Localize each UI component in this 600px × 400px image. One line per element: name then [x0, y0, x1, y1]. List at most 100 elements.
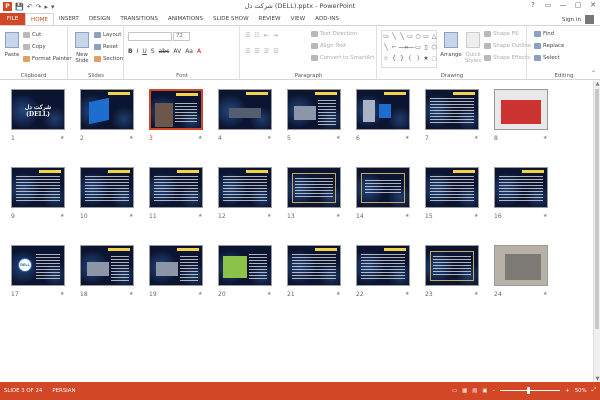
- transition-star-icon[interactable]: ★: [405, 135, 409, 141]
- shape-option[interactable]: ⬡: [430, 42, 438, 53]
- transition-star-icon[interactable]: ★: [60, 291, 64, 297]
- slide-thumbnail[interactable]: [218, 245, 272, 286]
- shape-option[interactable]: △: [430, 31, 438, 42]
- shape-option[interactable]: ╲: [390, 31, 398, 42]
- shape-option[interactable]: ╲: [382, 42, 390, 53]
- text-direction-button[interactable]: Text Direction: [311, 31, 357, 37]
- shape-option[interactable]: ▭: [382, 31, 390, 42]
- transition-star-icon[interactable]: ★: [267, 213, 271, 219]
- slide-thumbnail[interactable]: [287, 167, 341, 208]
- transition-star-icon[interactable]: ★: [198, 291, 202, 297]
- italic-button[interactable]: I: [137, 48, 139, 55]
- shadow-button[interactable]: S: [151, 48, 155, 55]
- align-center-icon[interactable]: ☰: [254, 48, 259, 55]
- justify-icon[interactable]: ☰: [273, 48, 278, 55]
- shape-option[interactable]: ○: [414, 31, 422, 42]
- transition-star-icon[interactable]: ★: [336, 213, 340, 219]
- section-button[interactable]: Section: [94, 56, 123, 62]
- zoom-slider-knob[interactable]: [527, 387, 531, 394]
- decrease-indent-icon[interactable]: ⇤: [264, 32, 269, 39]
- layout-button[interactable]: Layout: [94, 32, 121, 38]
- transition-star-icon[interactable]: ★: [543, 291, 547, 297]
- shape-option[interactable]: ▭: [406, 31, 414, 42]
- format-painter-button[interactable]: Format Painter: [23, 56, 72, 62]
- shape-fill-button[interactable]: Shape Fill: [484, 31, 519, 37]
- font-color-button[interactable]: A: [197, 48, 201, 55]
- tab-transitions[interactable]: TRANSITIONS: [115, 13, 163, 25]
- scroll-up-icon[interactable]: ▲: [594, 81, 600, 87]
- slide-thumbnail[interactable]: [494, 245, 548, 286]
- tab-file[interactable]: FILE: [0, 13, 25, 25]
- reset-button[interactable]: Reset: [94, 44, 118, 50]
- shape-option[interactable]: ▭: [414, 42, 422, 53]
- paste-button[interactable]: Paste: [2, 32, 22, 58]
- shape-option[interactable]: {: [390, 53, 398, 64]
- tab-home[interactable]: HOME: [25, 12, 54, 26]
- restore-icon[interactable]: ▢: [573, 1, 583, 9]
- sign-in-label[interactable]: Sign in: [562, 17, 581, 23]
- ribbon-display-icon[interactable]: ▭: [543, 1, 553, 9]
- shape-outline-button[interactable]: Shape Outline: [484, 43, 531, 49]
- shape-option[interactable]: ): [414, 53, 422, 64]
- zoom-slider[interactable]: [500, 387, 561, 394]
- shape-option[interactable]: ⌐: [390, 42, 398, 53]
- tab-view[interactable]: VIEW: [286, 13, 311, 25]
- font-name-dropdown[interactable]: [128, 32, 172, 41]
- shape-option[interactable]: ▯: [422, 42, 430, 53]
- slide-thumbnail[interactable]: [11, 167, 65, 208]
- slide-thumbnail[interactable]: [425, 245, 479, 286]
- slide-thumbnail[interactable]: [287, 89, 341, 130]
- slide-thumbnail[interactable]: [425, 89, 479, 130]
- copy-button[interactable]: Copy: [23, 44, 46, 50]
- transition-star-icon[interactable]: ★: [336, 291, 340, 297]
- transition-star-icon[interactable]: ★: [60, 135, 64, 141]
- close-icon[interactable]: ✕: [588, 1, 598, 9]
- minimize-icon[interactable]: —: [558, 1, 568, 9]
- slide-thumbnail[interactable]: [494, 167, 548, 208]
- arrange-button[interactable]: Arrange: [440, 32, 462, 58]
- select-button[interactable]: Select: [534, 55, 560, 61]
- find-button[interactable]: Find: [534, 31, 554, 37]
- tab-slide-show[interactable]: SLIDE SHOW: [208, 13, 254, 25]
- transition-star-icon[interactable]: ★: [129, 291, 133, 297]
- slide-thumbnail[interactable]: DELL: [11, 245, 65, 286]
- slide-thumbnail[interactable]: [425, 167, 479, 208]
- tab-review[interactable]: REVIEW: [254, 13, 286, 25]
- sign-in[interactable]: Sign in: [562, 15, 594, 24]
- change-case-button[interactable]: Aa: [185, 48, 193, 55]
- transition-star-icon[interactable]: ★: [198, 213, 202, 219]
- tab-insert[interactable]: INSERT: [54, 13, 84, 25]
- align-text-button[interactable]: Align Text: [311, 43, 346, 49]
- slide-thumbnail[interactable]: [356, 167, 410, 208]
- bullets-icon[interactable]: ☰: [245, 32, 250, 39]
- shape-option[interactable]: ◌: [430, 53, 438, 64]
- bold-button[interactable]: B: [128, 48, 133, 55]
- shapes-gallery[interactable]: ▭ ╲ ╲ ▭ ○ ▭ △ ╲ ⌐ ⟶ ⟵ ▭ ▯ ⬡ ☆{}() ★ ◌: [381, 30, 437, 68]
- quick-styles-button[interactable]: Quick Styles: [462, 32, 484, 64]
- transition-star-icon[interactable]: ★: [267, 291, 271, 297]
- tab-animations[interactable]: ANIMATIONS: [163, 13, 208, 25]
- underline-button[interactable]: U: [142, 48, 146, 55]
- vertical-scrollbar[interactable]: ▲ ▼: [593, 81, 600, 382]
- transition-star-icon[interactable]: ★: [474, 135, 478, 141]
- align-left-icon[interactable]: ☰: [245, 48, 250, 55]
- strikethrough-button[interactable]: abc: [159, 48, 170, 55]
- replace-button[interactable]: Replace: [534, 43, 564, 49]
- shape-option[interactable]: ▭: [422, 31, 430, 42]
- transition-star-icon[interactable]: ★: [474, 213, 478, 219]
- slide-thumbnail[interactable]: [149, 245, 203, 286]
- slideshow-view-icon[interactable]: ▣: [482, 388, 487, 394]
- collapse-ribbon-icon[interactable]: ⌃: [591, 70, 596, 77]
- transition-star-icon[interactable]: ★: [60, 213, 64, 219]
- fit-to-window-icon[interactable]: ⤢: [592, 387, 596, 394]
- shape-option[interactable]: ╲: [398, 31, 406, 42]
- slide-thumbnail[interactable]: [218, 167, 272, 208]
- transition-star-icon[interactable]: ★: [543, 213, 547, 219]
- cut-button[interactable]: Cut: [23, 32, 41, 38]
- slide-thumbnail[interactable]: [356, 245, 410, 286]
- increase-indent-icon[interactable]: ⇥: [273, 32, 278, 39]
- shape-option[interactable]: ★: [422, 53, 430, 64]
- slide-thumbnail[interactable]: [494, 89, 548, 130]
- reading-view-icon[interactable]: ▤: [472, 388, 477, 394]
- shape-effects-button[interactable]: Shape Effects: [484, 55, 530, 61]
